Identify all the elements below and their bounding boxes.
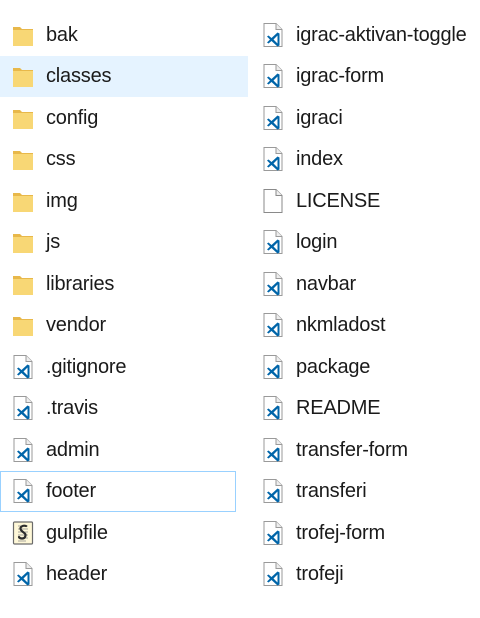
file-item-label: classes — [46, 65, 112, 88]
file-item-gulpfile[interactable]: gulpfile — [0, 512, 248, 554]
vscode-file-icon — [262, 312, 284, 338]
file-list-pane: bak classes config css img js libraries vendor.… — [0, 0, 480, 618]
file-item-label: libraries — [46, 272, 115, 295]
file-item-label: package — [296, 355, 371, 378]
file-item-label: nkmladost — [296, 314, 386, 337]
file-item-bak[interactable]: bak — [0, 14, 248, 56]
folder-icon — [12, 22, 34, 48]
file-item-config[interactable]: config — [0, 97, 248, 139]
file-item-label: .gitignore — [46, 355, 127, 378]
file-item-label: gulpfile — [46, 521, 108, 544]
file-item-igraci[interactable]: igraci — [252, 97, 480, 139]
file-item-label: transfer-form — [296, 438, 408, 461]
vscode-file-icon — [262, 229, 284, 255]
vscode-file-icon — [262, 395, 284, 421]
file-item-label: vendor — [46, 314, 106, 337]
file-item-label: trofeji — [296, 563, 344, 586]
vscode-file-icon — [262, 354, 284, 380]
file-item-transfer-form[interactable]: transfer-form — [252, 429, 480, 471]
file-item-label: LICENSE — [296, 189, 381, 212]
vscode-file-icon — [12, 395, 34, 421]
file-item-css[interactable]: css — [0, 139, 248, 181]
folder-icon — [12, 63, 34, 89]
vscode-file-icon — [262, 105, 284, 131]
file-item-js[interactable]: js — [0, 222, 248, 264]
file-item-transferi[interactable]: transferi — [252, 471, 480, 513]
file-item-header[interactable]: header — [0, 554, 248, 596]
folder-icon — [12, 146, 34, 172]
folder-icon — [12, 229, 34, 255]
blank-file-icon — [262, 188, 284, 214]
file-item-package[interactable]: package — [252, 346, 480, 388]
file-item-label: README — [296, 397, 381, 420]
file-item-label: navbar — [296, 272, 356, 295]
script-file-icon — [12, 520, 34, 546]
folder-icon — [12, 271, 34, 297]
file-item-label: bak — [46, 23, 78, 46]
file-column-left: bak classes config css img js libraries vendor.… — [0, 14, 248, 595]
file-item-login[interactable]: login — [252, 222, 480, 264]
file-item-index[interactable]: index — [252, 139, 480, 181]
vscode-file-icon — [12, 561, 34, 587]
folder-icon — [12, 312, 34, 338]
vscode-file-icon — [262, 478, 284, 504]
file-item-label: .travis — [46, 397, 98, 420]
file-item-label: igrac-form — [296, 65, 385, 88]
file-item-gitignore[interactable]: .gitignore — [0, 346, 248, 388]
file-item-label: igrac-aktivan-toggle — [296, 23, 467, 46]
file-item-igrac-form[interactable]: igrac-form — [252, 56, 480, 98]
vscode-file-icon — [262, 63, 284, 89]
file-item-label: transferi — [296, 480, 367, 503]
file-column-right: igrac-aktivan-toggle igrac-form igraci inde… — [252, 14, 480, 595]
file-item-label: igraci — [296, 106, 343, 129]
file-item-trofeji[interactable]: trofeji — [252, 554, 480, 596]
file-item-label: login — [296, 231, 338, 254]
file-item-footer[interactable]: footer — [0, 470, 236, 512]
file-item-label: header — [46, 563, 108, 586]
vscode-file-icon — [12, 437, 34, 463]
file-item-label: index — [296, 148, 343, 171]
vscode-file-icon — [262, 520, 284, 546]
vscode-file-icon — [262, 561, 284, 587]
file-item-navbar[interactable]: navbar — [252, 263, 480, 305]
file-item-travis[interactable]: .travis — [0, 388, 248, 430]
vscode-file-icon — [12, 478, 34, 504]
file-item-vendor[interactable]: vendor — [0, 305, 248, 347]
file-item-label: css — [46, 148, 76, 171]
file-item-img[interactable]: img — [0, 180, 248, 222]
file-item-label: img — [46, 189, 78, 212]
folder-icon — [12, 105, 34, 131]
file-item-label: admin — [46, 438, 100, 461]
file-item-nkmladost[interactable]: nkmladost — [252, 305, 480, 347]
file-item-license[interactable]: LICENSE — [252, 180, 480, 222]
vscode-file-icon — [262, 146, 284, 172]
file-item-label: footer — [46, 480, 96, 503]
file-item-admin[interactable]: admin — [0, 429, 248, 471]
file-item-readme[interactable]: README — [252, 388, 480, 430]
file-item-trofej-form[interactable]: trofej-form — [252, 512, 480, 554]
vscode-file-icon — [262, 437, 284, 463]
file-item-igrac-aktivan-toggle[interactable]: igrac-aktivan-toggle — [252, 14, 480, 56]
file-item-libraries[interactable]: libraries — [0, 263, 248, 305]
folder-icon — [12, 188, 34, 214]
file-item-label: trofej-form — [296, 521, 385, 544]
file-item-label: js — [46, 231, 61, 254]
file-item-classes[interactable]: classes — [0, 55, 248, 97]
vscode-file-icon — [262, 22, 284, 48]
vscode-file-icon — [12, 354, 34, 380]
vscode-file-icon — [262, 271, 284, 297]
file-item-label: config — [46, 106, 99, 129]
